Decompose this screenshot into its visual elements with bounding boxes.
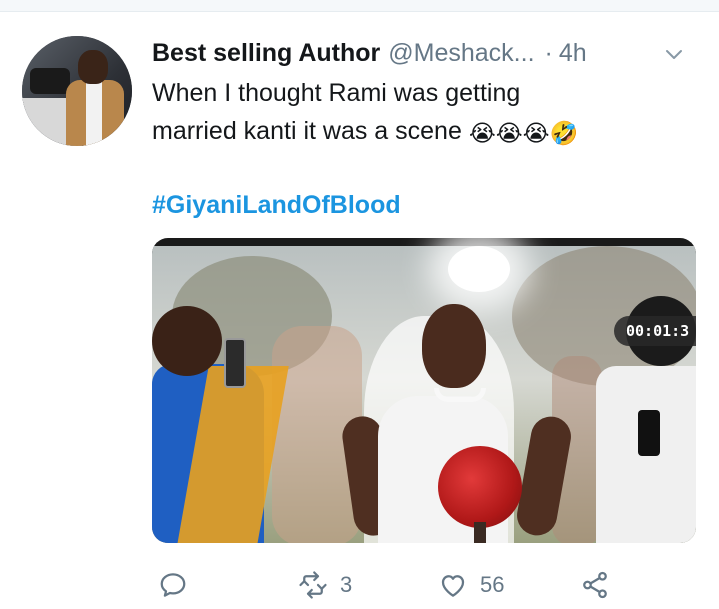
heart-icon [441, 575, 465, 597]
share-icon [583, 571, 607, 599]
like-count: 56 [480, 572, 505, 597]
reply-button[interactable] [158, 568, 188, 602]
tweet-card[interactable]: Best selling Author @Meshack... · 4h Whe… [0, 12, 719, 609]
hashtag-link[interactable]: #GiyaniLandOfBlood [152, 188, 401, 222]
share-button[interactable] [580, 568, 610, 602]
reply-icon [160, 573, 186, 597]
separator-dot: · [544, 39, 553, 67]
rolling-laughing-emoji: 🤣 [549, 120, 579, 146]
chevron-down-icon[interactable] [664, 44, 684, 64]
video-timer: 00:01:3 [614, 316, 696, 346]
video-media[interactable]: 00:01:3 [152, 238, 696, 543]
tweet-text: When I thought Rami was getting married … [152, 74, 697, 150]
author-name[interactable]: Best selling Author [152, 38, 380, 68]
loudly-crying-emoji: 😭 [468, 120, 496, 146]
like-button[interactable]: 56 [438, 568, 504, 602]
loudly-crying-emoji: 😭 [522, 120, 550, 146]
retweet-button[interactable]: 3 [298, 568, 352, 602]
tweet-actions: 3 56 [152, 568, 632, 602]
avatar[interactable] [22, 36, 132, 146]
timeline-divider [0, 0, 719, 12]
loudly-crying-emoji: 😭 [495, 120, 523, 146]
author-handle[interactable]: @Meshack... [388, 38, 534, 68]
tweet-text-line: married kanti it was a scene [152, 117, 462, 145]
retweet-icon [299, 571, 327, 599]
video-frame [152, 246, 696, 543]
tweet-text-line: When I thought Rami was getting [152, 79, 521, 107]
retweet-count: 3 [340, 572, 353, 597]
tweet-header: Best selling Author @Meshack... · 4h [152, 38, 702, 68]
timestamp[interactable]: 4h [559, 38, 587, 68]
